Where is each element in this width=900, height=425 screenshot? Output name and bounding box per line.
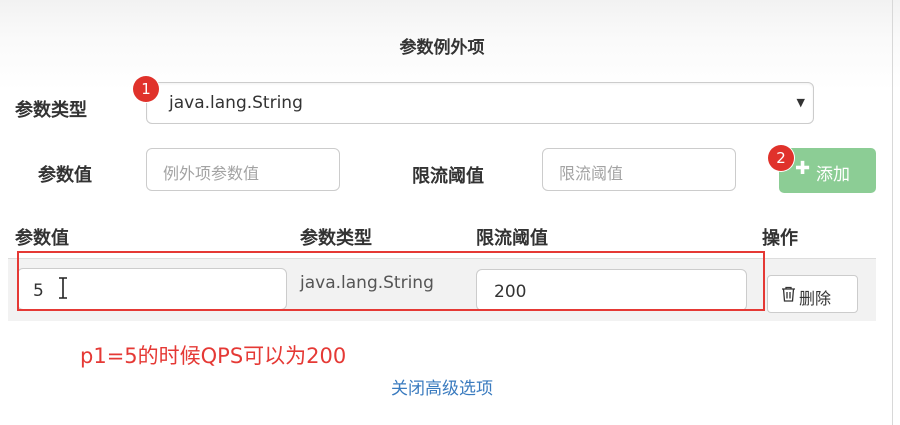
plus-icon: ✚ — [795, 158, 811, 179]
annotation-badge-2: 2 — [768, 145, 794, 171]
param-value-label: 参数值 — [38, 165, 92, 186]
row-param-value-input[interactable]: 5 — [17, 268, 287, 310]
row-threshold-input[interactable]: 200 — [476, 269, 747, 311]
threshold-label: 限流阈值 — [412, 166, 484, 187]
trash-icon — [782, 286, 795, 302]
param-type-label: 参数类型 — [15, 100, 87, 121]
table-header-threshold: 限流阈值 — [476, 228, 548, 249]
chevron-down-icon: ▼ — [796, 96, 805, 109]
panel-divider — [892, 0, 893, 425]
param-type-select[interactable]: java.lang.String ▼ — [146, 82, 814, 124]
section-title: 参数例外项 — [399, 38, 485, 58]
delete-button[interactable]: 删除 — [767, 275, 858, 313]
table-header-param-value: 参数值 — [15, 228, 69, 249]
text-cursor-icon — [59, 277, 67, 299]
param-value-input[interactable]: 例外项参数值 — [146, 148, 340, 191]
row-param-type: java.lang.String — [300, 273, 434, 293]
annotation-note: p1=5的时候QPS可以为200 — [80, 344, 347, 368]
delete-button-label: 删除 — [799, 289, 832, 308]
add-button-label: 添加 — [816, 165, 850, 185]
table-header-actions: 操作 — [762, 228, 798, 249]
close-advanced-options-link[interactable]: 关闭高级选项 — [0, 374, 884, 399]
row-param-value: 5 — [33, 281, 44, 301]
annotation-badge-1: 1 — [133, 76, 159, 102]
threshold-placeholder: 限流阈值 — [559, 164, 624, 183]
param-value-placeholder: 例外项参数值 — [163, 164, 260, 183]
param-type-selected-value: java.lang.String — [169, 93, 303, 113]
table-header-param-type: 参数类型 — [300, 228, 372, 249]
param-exception-panel: 参数例外项 参数类型 java.lang.String ▼ 1 参数值 例外项参… — [0, 0, 900, 425]
threshold-input[interactable]: 限流阈值 — [542, 148, 736, 191]
row-threshold-value: 200 — [494, 282, 527, 302]
